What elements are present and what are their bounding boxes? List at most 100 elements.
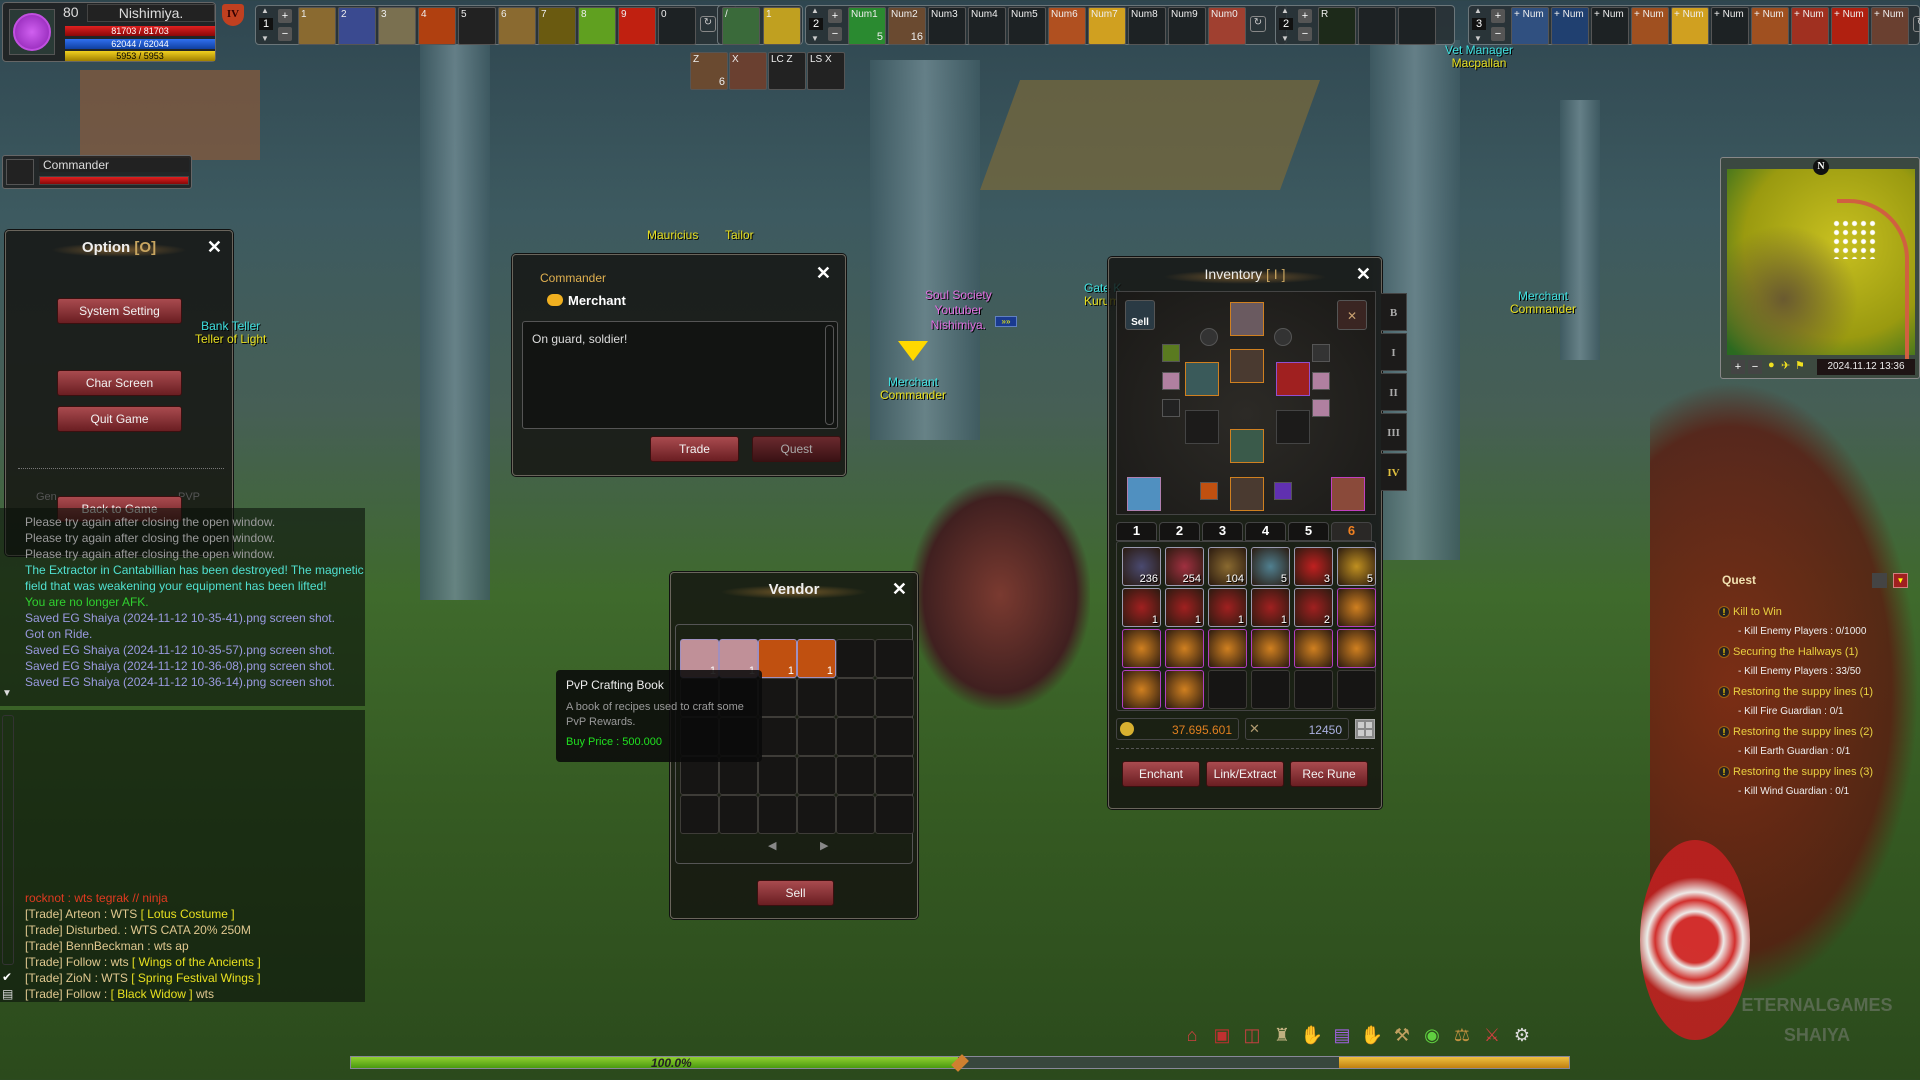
hotkey-slot[interactable] xyxy=(1398,7,1436,45)
inventory-tab-B[interactable]: B xyxy=(1381,293,1407,331)
add-bar-button[interactable]: + xyxy=(828,9,842,23)
vendor-empty-slot[interactable] xyxy=(758,678,797,717)
hotkey-slot[interactable]: Num1 5 xyxy=(848,7,886,45)
remove-bar-button[interactable]: − xyxy=(1491,27,1505,41)
inventory-item[interactable] xyxy=(1122,629,1161,668)
quest-toggle-box[interactable] xyxy=(1872,573,1887,588)
vendor-empty-slot[interactable] xyxy=(836,717,875,756)
hotkey-slot[interactable]: Num5 xyxy=(1008,7,1046,45)
item-link[interactable]: [ Lotus Costume ] xyxy=(141,907,235,921)
inventory-item[interactable]: 3 xyxy=(1294,547,1333,586)
close-icon[interactable]: ✕ xyxy=(892,579,907,600)
vendor-item-pvp-crafting-book[interactable]: 1 xyxy=(758,639,797,678)
accessory-slot[interactable] xyxy=(1162,344,1180,362)
vendor-empty-slot[interactable] xyxy=(875,639,914,678)
vendor-empty-slot[interactable] xyxy=(836,795,875,834)
inventory-tab-IV[interactable]: IV xyxy=(1381,453,1407,491)
vendor-empty-slot[interactable] xyxy=(758,795,797,834)
hotkey-slot[interactable]: + Num xyxy=(1591,7,1629,45)
settings-icon[interactable]: ⚙ xyxy=(1510,1025,1534,1049)
vendor-empty-slot[interactable] xyxy=(875,717,914,756)
sort-grid-button[interactable] xyxy=(1355,719,1375,739)
bag-tab-5[interactable]: 5 xyxy=(1288,522,1329,541)
prev-page-button[interactable]: ◀ xyxy=(768,839,776,852)
swap-bar-icon[interactable]: ↻ xyxy=(1250,16,1266,32)
armor-slot[interactable] xyxy=(1230,349,1264,383)
hotkey-slot[interactable]: 5 xyxy=(458,7,496,45)
bag-tab-2[interactable]: 2 xyxy=(1159,522,1200,541)
quest-entry[interactable]: ! Restoring the suppy lines (1) - Kill Fir… xyxy=(1718,682,1918,722)
npc-nametag-mauricius[interactable]: Mauricius xyxy=(647,229,698,242)
page-up-icon[interactable]: ▲ xyxy=(261,6,269,15)
chat-bubble-icon[interactable]: ▤ xyxy=(2,987,13,1001)
target-frame[interactable]: Commander xyxy=(2,155,192,189)
bag-tab-4[interactable]: 4 xyxy=(1245,522,1286,541)
hotkey-slot[interactable]: 2 xyxy=(338,7,376,45)
inventory-icon[interactable]: ◫ xyxy=(1240,1025,1264,1049)
hotkey-slot[interactable]: 1 xyxy=(763,7,801,45)
vendor-empty-slot[interactable] xyxy=(836,678,875,717)
hotkey-slot[interactable]: 9 xyxy=(618,7,656,45)
vendor-empty-slot[interactable] xyxy=(797,756,836,795)
page-up-icon[interactable]: ▲ xyxy=(1281,6,1289,15)
hotkey-slot[interactable] xyxy=(1358,7,1396,45)
hotkey-slot[interactable]: + Num xyxy=(1671,7,1709,45)
inventory-item[interactable]: 104 xyxy=(1208,547,1247,586)
vendor-empty-slot[interactable] xyxy=(680,795,719,834)
sell-mode-button[interactable]: Sell xyxy=(1125,300,1155,330)
inventory-item[interactable] xyxy=(1294,629,1333,668)
vendor-empty-slot[interactable] xyxy=(836,756,875,795)
inventory-item[interactable]: 2 xyxy=(1294,588,1333,627)
bag-tab-6[interactable]: 6 xyxy=(1331,522,1372,541)
page-up-icon[interactable]: ▲ xyxy=(1474,6,1482,15)
chat-scroll-down-icon[interactable]: ▼ xyxy=(2,688,12,699)
pants-slot[interactable] xyxy=(1230,429,1264,463)
hotkey-slot[interactable]: Num8 xyxy=(1128,7,1166,45)
hotkey-slot[interactable]: 8 xyxy=(578,7,616,45)
costume-slot[interactable] xyxy=(1331,477,1365,511)
inventory-item[interactable] xyxy=(1208,629,1247,668)
location-pin-icon[interactable]: ● xyxy=(1768,359,1775,371)
page-down-icon[interactable]: ▼ xyxy=(261,34,269,43)
inventory-empty-slot[interactable] xyxy=(1251,670,1290,709)
quick-slot[interactable]: LC Z xyxy=(768,52,806,90)
enchant-button[interactable]: Enchant xyxy=(1122,761,1200,787)
rec-rune-button[interactable]: Rec Rune xyxy=(1290,761,1368,787)
hotkey-slot[interactable]: Num4 xyxy=(968,7,1006,45)
mount-icon[interactable]: ✈ xyxy=(1781,359,1790,372)
hotkey-slot[interactable]: + Num xyxy=(1791,7,1829,45)
accessory-slot[interactable] xyxy=(1312,344,1330,362)
inventory-item[interactable]: 5 xyxy=(1337,547,1376,586)
inventory-item[interactable] xyxy=(1165,670,1204,709)
next-page-button[interactable]: ▶ xyxy=(820,839,828,852)
boots-slot[interactable] xyxy=(1230,477,1264,511)
inventory-tab-III[interactable]: III xyxy=(1381,413,1407,451)
hotkey-slot[interactable]: 3 xyxy=(378,7,416,45)
hotkey-slot[interactable]: + Num xyxy=(1511,7,1549,45)
remove-bar-button[interactable]: − xyxy=(1298,27,1312,41)
pvp-toggle-icon[interactable]: ✕ xyxy=(1337,300,1367,330)
skills-icon[interactable]: ✋ xyxy=(1300,1025,1324,1049)
hotkey-slot[interactable]: + Num xyxy=(1551,7,1589,45)
quick-slot[interactable]: Z6 xyxy=(690,52,728,90)
hotkey-slot[interactable]: + Num xyxy=(1631,7,1669,45)
bag-tab-1[interactable]: 1 xyxy=(1116,522,1157,541)
helmet-icon[interactable]: ♜ xyxy=(1270,1025,1294,1049)
mount-slot[interactable] xyxy=(1200,482,1218,500)
vendor-item-pvp-crafting-book[interactable]: 1 xyxy=(797,639,836,678)
inventory-empty-slot[interactable] xyxy=(1208,670,1247,709)
chat-icon[interactable]: ◉ xyxy=(1420,1025,1444,1049)
hotkey-slot[interactable]: + Num xyxy=(1711,7,1749,45)
minimap-map[interactable] xyxy=(1727,169,1915,359)
page-down-icon[interactable]: ▼ xyxy=(1474,34,1482,43)
pet-slot[interactable] xyxy=(1127,477,1161,511)
chat-tab-general[interactable]: Gen xyxy=(36,491,57,503)
remove-bar-button[interactable]: − xyxy=(278,27,292,41)
vendor-empty-slot[interactable] xyxy=(797,795,836,834)
item-link[interactable]: [ Spring Festival Wings ] xyxy=(131,971,260,985)
inventory-empty-slot[interactable] xyxy=(1337,670,1376,709)
inventory-item[interactable] xyxy=(1337,629,1376,668)
accessory-slot[interactable] xyxy=(1312,399,1330,417)
quit-game-button[interactable]: Quit Game xyxy=(57,406,182,432)
inventory-item[interactable] xyxy=(1122,670,1161,709)
